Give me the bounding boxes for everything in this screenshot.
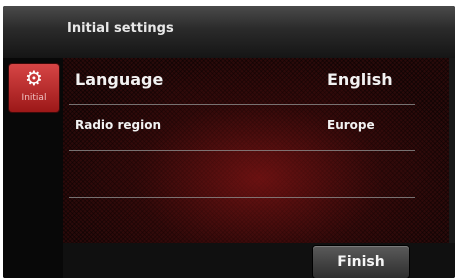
divider — [69, 104, 415, 105]
divider — [69, 150, 415, 151]
gear-icon: ⚙ — [25, 66, 43, 90]
sidebar: ⚙ Initial — [3, 58, 63, 278]
page-title: Initial settings — [67, 21, 174, 36]
finish-button[interactable]: Finish — [313, 246, 409, 278]
divider — [69, 197, 415, 198]
head-unit-screen: Initial settings ⚙ Initial Language Engl… — [3, 6, 455, 278]
scroll-strip — [449, 58, 455, 243]
settings-panel: Language English Radio region Europe — [63, 58, 455, 243]
setting-value: Europe — [327, 118, 375, 132]
sidebar-tab-initial[interactable]: ⚙ Initial — [9, 64, 59, 112]
sidebar-tab-label: Initial — [21, 93, 47, 103]
title-bar: Initial settings — [3, 6, 455, 58]
setting-value: English — [327, 70, 393, 89]
setting-label: Radio region — [75, 118, 162, 132]
setting-label: Language — [75, 70, 164, 89]
